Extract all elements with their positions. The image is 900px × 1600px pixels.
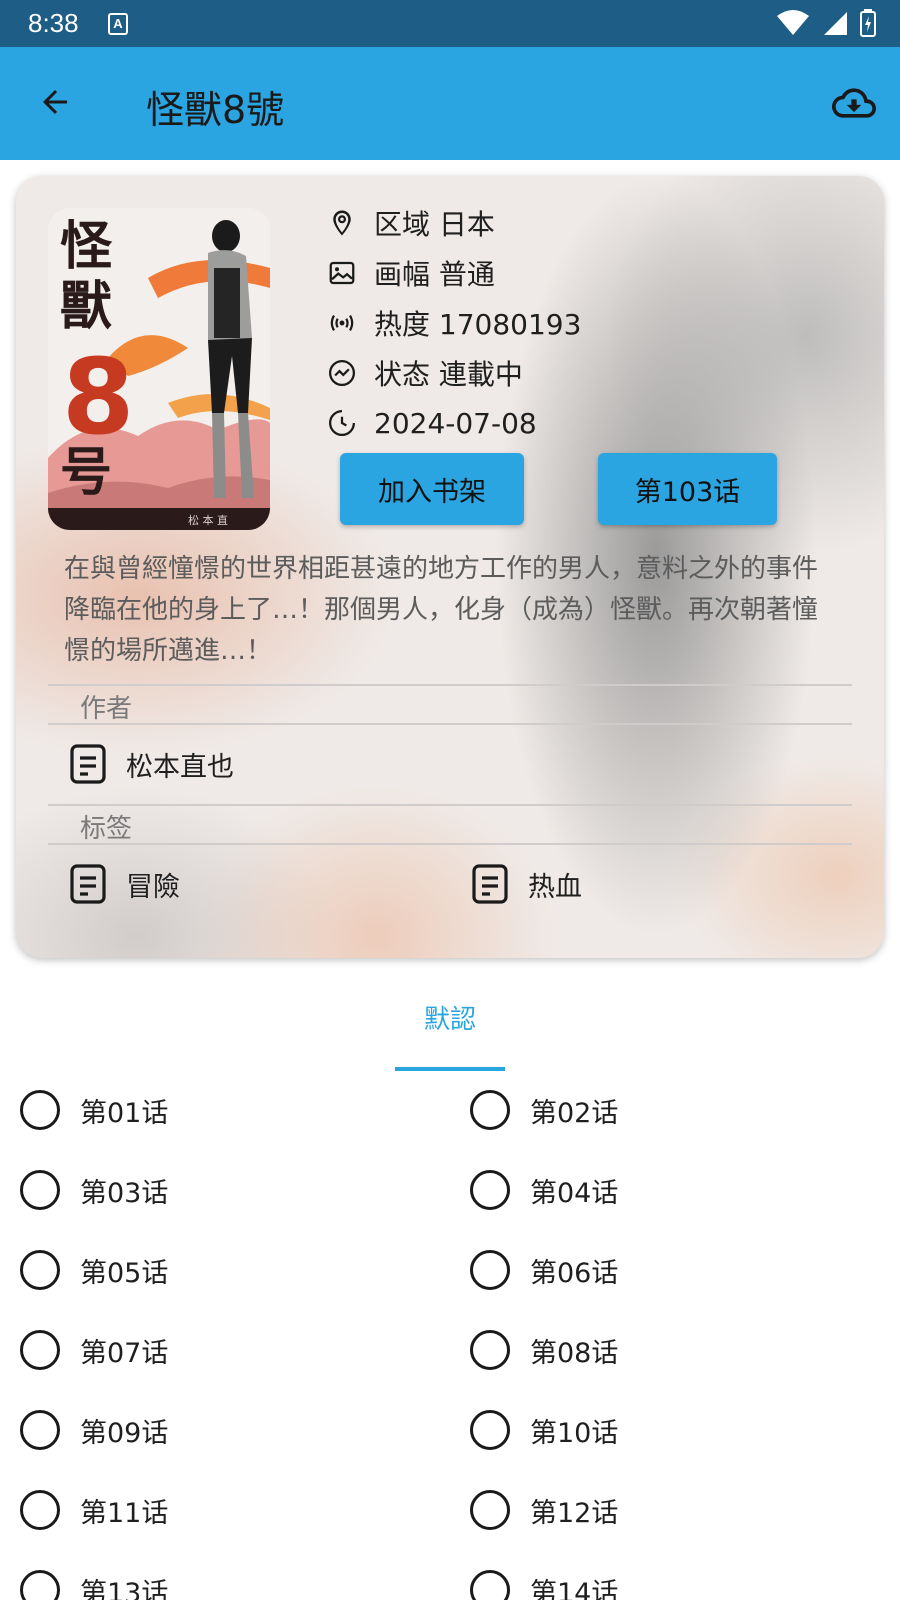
radio-button[interactable] xyxy=(20,1490,60,1530)
chapter-item[interactable]: 第14话 xyxy=(470,1562,618,1600)
back-button[interactable] xyxy=(30,77,80,127)
date-text: 2024-07-08 xyxy=(374,406,537,440)
clock-icon xyxy=(322,403,362,443)
cover-char-2: 獸 xyxy=(60,277,112,337)
tag-chip[interactable]: 热血 xyxy=(470,859,582,909)
tag-chip[interactable]: 冒險 xyxy=(68,859,180,909)
chapter-label: 第07话 xyxy=(80,1337,169,1369)
radio-button[interactable] xyxy=(470,1250,510,1290)
chapter-item[interactable]: 第05话 xyxy=(20,1242,168,1298)
radio-button[interactable] xyxy=(470,1090,510,1130)
chapter-label: 第04话 xyxy=(530,1177,619,1209)
divider xyxy=(48,684,852,686)
chapter-item[interactable]: 第08话 xyxy=(470,1322,618,1378)
radio-button[interactable] xyxy=(20,1570,60,1600)
download-button[interactable] xyxy=(828,77,880,129)
status-time: 8:38 xyxy=(28,8,79,38)
status-icons xyxy=(776,9,876,37)
latest-chapter-button[interactable]: 第103话 xyxy=(598,453,777,525)
trend-circle-icon xyxy=(322,353,362,393)
region-text: 区域 日本 xyxy=(374,208,495,241)
chapter-label: 第10话 xyxy=(530,1417,619,1449)
location-pin-icon xyxy=(322,203,362,243)
status-row: 状态 連載中 xyxy=(322,353,523,393)
format-text: 画幅 普通 xyxy=(374,258,495,291)
radio-button[interactable] xyxy=(20,1250,60,1290)
popularity-row: 热度 17080193 xyxy=(322,303,581,343)
app-bar: 怪獸8號 xyxy=(0,47,900,160)
chapter-label: 第08话 xyxy=(530,1337,619,1369)
chapter-label: 第02话 xyxy=(530,1097,619,1129)
cloud-download-icon xyxy=(832,88,876,118)
chapter-label: 第09话 xyxy=(80,1417,169,1449)
chapter-item[interactable]: 第02话 xyxy=(470,1082,618,1138)
chapter-label: 第01话 xyxy=(80,1097,169,1129)
radio-button[interactable] xyxy=(20,1330,60,1370)
battery-icon xyxy=(860,9,876,37)
cover-image: 怪 獸 8 号 松 本 直 xyxy=(48,208,270,530)
radio-button[interactable] xyxy=(470,1570,510,1600)
chapter-item[interactable]: 第13话 xyxy=(20,1562,168,1600)
cover-char-4: 号 xyxy=(60,443,112,503)
divider xyxy=(48,723,852,725)
radio-button[interactable] xyxy=(20,1410,60,1450)
chapter-label: 第14话 xyxy=(530,1577,619,1600)
document-icon xyxy=(470,862,510,906)
date-row: 2024-07-08 xyxy=(322,403,537,443)
chapter-label: 第05话 xyxy=(80,1257,169,1289)
notification-icon: A xyxy=(108,13,128,35)
description: 在與曾經憧憬的世界相距甚遠的地方工作的男人，意料之外的事件降臨在他的身上了…！那… xyxy=(64,554,819,666)
radio-button[interactable] xyxy=(470,1490,510,1530)
chapter-item[interactable]: 第03话 xyxy=(20,1162,168,1218)
status-bar: 8:38 A xyxy=(0,0,900,47)
chapter-label: 第13话 xyxy=(80,1577,169,1600)
tags-section-label: 标签 xyxy=(80,814,133,844)
popularity-text: 热度 17080193 xyxy=(374,308,582,341)
broadcast-icon xyxy=(322,303,362,343)
image-icon xyxy=(322,253,362,293)
tab-default[interactable]: 默認 xyxy=(395,995,505,1071)
author-name: 松本直也 xyxy=(126,751,234,783)
status-text: 状态 連載中 xyxy=(374,358,523,391)
radio-button[interactable] xyxy=(470,1330,510,1370)
chapter-item[interactable]: 第06话 xyxy=(470,1242,618,1298)
comic-info-card: 怪 獸 8 号 松 本 直 区域 日本 画幅 普通 热度 17080193 状态… xyxy=(16,176,884,958)
chapter-label: 第06话 xyxy=(530,1257,619,1289)
wifi-icon xyxy=(777,10,809,35)
tag-label: 冒險 xyxy=(126,871,180,903)
divider xyxy=(48,804,852,806)
cover-char-3: 8 xyxy=(62,336,134,458)
page-title: 怪獸8號 xyxy=(146,88,285,132)
author-section-label: 作者 xyxy=(80,694,133,724)
cover-author-mark: 松 本 直 xyxy=(188,513,228,527)
cover-char-1: 怪 xyxy=(60,217,113,277)
document-icon xyxy=(68,742,108,786)
radio-button[interactable] xyxy=(20,1090,60,1130)
cover-art: 怪 獸 8 号 松 本 直 xyxy=(48,208,270,530)
chapter-item[interactable]: 第11话 xyxy=(20,1482,168,1538)
divider xyxy=(48,843,852,845)
radio-button[interactable] xyxy=(470,1410,510,1450)
arrow-left-icon xyxy=(43,90,67,114)
chapter-label: 第11话 xyxy=(80,1497,169,1529)
radio-button[interactable] xyxy=(20,1170,60,1210)
chapter-item[interactable]: 第07话 xyxy=(20,1322,168,1378)
region-row: 区域 日本 xyxy=(322,203,495,243)
chapter-item[interactable]: 第12话 xyxy=(470,1482,618,1538)
chapter-item[interactable]: 第10话 xyxy=(470,1402,618,1458)
chapter-label: 第12话 xyxy=(530,1497,619,1529)
chapter-label: 第03话 xyxy=(80,1177,169,1209)
chapter-item[interactable]: 第01话 xyxy=(20,1082,168,1138)
tab-label: 默認 xyxy=(423,1005,476,1035)
author-chip[interactable]: 松本直也 xyxy=(68,739,234,789)
chapter-item[interactable]: 第04话 xyxy=(470,1162,618,1218)
tag-label: 热血 xyxy=(528,871,582,903)
tab-indicator xyxy=(395,1067,505,1071)
chapter-item[interactable]: 第09话 xyxy=(20,1402,168,1458)
document-icon xyxy=(68,862,108,906)
signal-icon xyxy=(824,12,847,35)
radio-button[interactable] xyxy=(470,1170,510,1210)
add-to-shelf-button[interactable]: 加入书架 xyxy=(340,453,524,525)
format-row: 画幅 普通 xyxy=(322,253,495,293)
